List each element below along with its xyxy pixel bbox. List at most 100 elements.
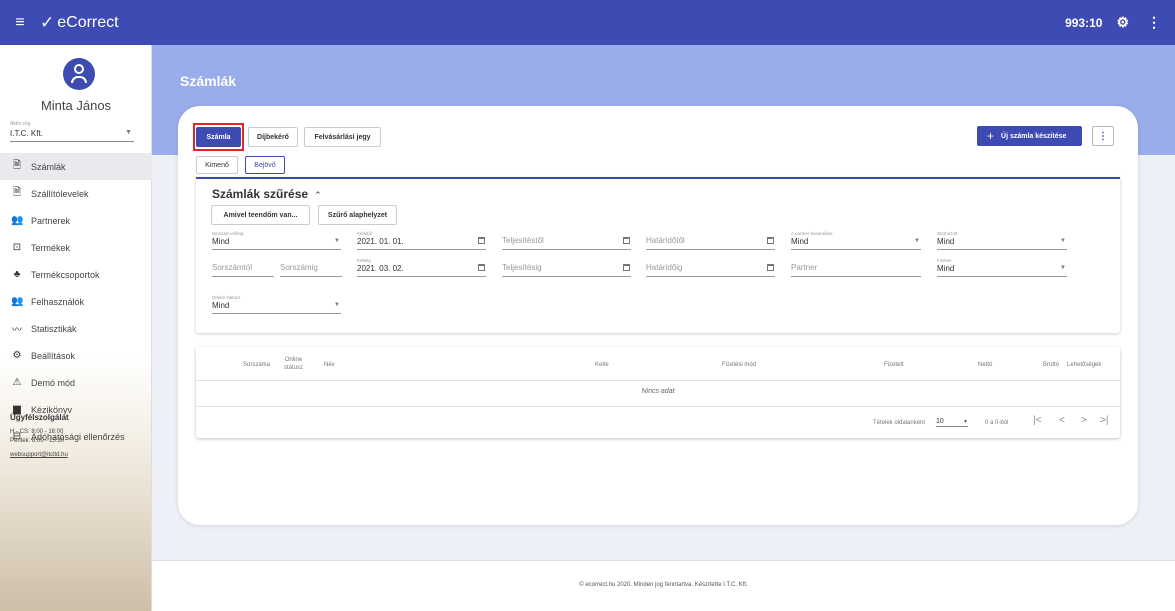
sidebar-item-label: Statisztikák (31, 323, 77, 334)
new-invoice-button[interactable]: + Új számla készítése (977, 126, 1082, 146)
calendar-icon[interactable] (767, 237, 774, 244)
user-name: Minta János (40, 98, 112, 113)
sidebar-item-partnerek[interactable]: 👥 Partnerek (0, 207, 152, 234)
table-divider (196, 406, 1120, 407)
cancelled-select[interactable]: Stornózott Mind ▼ (937, 231, 1067, 250)
column-header-online-status[interactable]: Online státusz (284, 356, 303, 373)
first-page-icon[interactable]: |< (1033, 415, 1041, 426)
doc-type-felvasarlasi-jegy-button[interactable]: Felvásárlási jegy (304, 127, 381, 147)
more-menu-icon[interactable]: ⋮ (1143, 14, 1165, 31)
calendar-icon[interactable] (623, 237, 630, 244)
sidebar-item-label: Felhasználók (31, 296, 85, 307)
company-value: I.T.C. Kft. (10, 129, 43, 138)
people-icon: 👥 (11, 215, 24, 226)
calendar-icon[interactable] (623, 264, 630, 271)
empty-table-message: Nincs adat (641, 388, 675, 395)
serial-to-input[interactable]: Sorszámig (280, 258, 342, 277)
todo-filter-button[interactable]: Amivel teendőm van... (211, 205, 310, 225)
sidebar-item-beallitasok[interactable]: ⚙ Beállítások (0, 342, 152, 369)
more-options-icon[interactable]: ⋮ (1092, 126, 1114, 146)
field-value: Mind (212, 301, 230, 310)
fulfilment-to-field[interactable]: Teljesítésig (502, 258, 631, 277)
column-header-sorszama[interactable]: Sorszáma (243, 362, 270, 368)
field-placeholder: Partner (791, 263, 818, 272)
filter-title[interactable]: Számlák szűrése ⌃ (212, 187, 322, 201)
table-divider (196, 380, 1120, 381)
field-value: Mind (937, 237, 955, 246)
tab-bejovo[interactable]: Bejövő (245, 156, 285, 174)
page-range-text: 0 a 0-ból (985, 420, 1009, 426)
field-value: 2021. 03. 02. (357, 264, 404, 273)
company-label: Aktív cég (10, 121, 31, 127)
chevron-down-icon: ▼ (1060, 238, 1066, 244)
support-email-link[interactable]: websupport@itcltd.hu (10, 451, 69, 460)
column-header-netto[interactable]: Nettó (978, 362, 992, 368)
chevron-down-icon: ▼ (1060, 265, 1066, 271)
field-label: Keltéig (357, 258, 371, 263)
field-label: Keltétől (357, 231, 373, 236)
gear-icon: ⚙ (12, 350, 22, 361)
calendar-icon[interactable] (478, 237, 485, 244)
support-hours-2: Péntek: 8:00 - 15:30 (10, 438, 65, 444)
new-invoice-label: Új számla készítése (1001, 132, 1067, 140)
partner-input[interactable]: Partner (791, 258, 921, 277)
column-header-fizetesi-mod[interactable]: Fizetési mód (722, 362, 756, 368)
chevron-up-icon[interactable]: ⌃ (314, 190, 322, 200)
sidebar-item-felhasznalok[interactable]: 👥 Felhasználók (0, 288, 152, 315)
date-from-field[interactable]: Keltétől 2021. 01. 01. (357, 231, 486, 250)
support-info: Ügyfélszolgálat H - CS: 8:00 - 16:00 Pén… (10, 412, 69, 460)
date-to-field[interactable]: Keltéig 2021. 03. 02. (357, 258, 486, 277)
online-status-select[interactable]: Online státusz Mind ▼ (212, 295, 341, 314)
column-header-fizetett[interactable]: Fizetett (884, 362, 904, 368)
product-icon: ⊡ (12, 242, 22, 253)
serial-prefix-select[interactable]: Sorszám-előtag Mind ▼ (212, 231, 341, 250)
field-placeholder: Határidőtől (646, 236, 685, 245)
previous-page-icon[interactable]: < (1059, 415, 1065, 426)
sidebar-item-termekcsoportok[interactable]: ♣ Termékcsoportok (0, 261, 152, 288)
sidebar-item-label: Termékek (31, 242, 71, 253)
column-header-nev[interactable]: Név (324, 362, 335, 368)
sidebar-item-statisztikak[interactable]: 〰 Statisztikák (0, 315, 152, 342)
chart-line-icon: 〰 (12, 325, 22, 336)
last-page-icon[interactable]: >| (1100, 415, 1108, 426)
column-header-brutto[interactable]: Bruttó (1043, 362, 1059, 368)
partner-class-select[interactable]: A partner besorolása Mind ▼ (791, 231, 921, 250)
selection-highlight (193, 123, 244, 151)
calendar-icon[interactable] (767, 264, 774, 271)
sidebar-item-termekek[interactable]: ⊡ Termékek (0, 234, 152, 261)
paid-select[interactable]: Fizetve Mind ▼ (937, 258, 1067, 277)
due-to-field[interactable]: Határidőig (646, 258, 775, 277)
field-label: Online státusz (212, 295, 241, 300)
session-timer: 993:10 (1065, 15, 1103, 30)
due-from-field[interactable]: Határidőtől (646, 231, 775, 250)
calendar-icon[interactable] (478, 264, 485, 271)
sidebar-item-demo-mod[interactable]: ⚠ Demó mód (0, 369, 152, 396)
per-page-select[interactable]: 10 ▼ (936, 418, 968, 427)
sidebar: Minta János Aktív cég I.T.C. Kft. ▼ 🗎 Sz… (0, 45, 152, 611)
next-page-icon[interactable]: > (1081, 415, 1087, 426)
field-placeholder: Teljesítésig (502, 263, 542, 272)
chevron-down-icon: ▼ (334, 238, 340, 244)
hamburger-menu-icon[interactable]: ≡ (0, 14, 40, 32)
company-select[interactable]: I.T.C. Kft. ▼ (10, 129, 134, 142)
chevron-down-icon: ▼ (125, 129, 132, 136)
logo-icon: ✓ (40, 12, 55, 32)
serial-from-input[interactable]: Sorszámtól (212, 258, 274, 277)
tab-kimeno[interactable]: Kimenő (196, 156, 238, 174)
document-icon: 🗎 (12, 160, 22, 171)
field-value: Mind (937, 264, 955, 273)
fulfilment-from-field[interactable]: Teljesítéstől (502, 231, 631, 250)
plus-icon: + (987, 129, 995, 143)
doc-type-dijbekero-button[interactable]: Díjbekérő (248, 127, 298, 147)
sidebar-item-szamlak[interactable]: 🗎 Számlák (0, 153, 152, 180)
avatar-icon[interactable] (63, 58, 95, 90)
column-header-lehetosegek: Lehetőségek (1067, 362, 1102, 368)
sidebar-item-szallitolevelek[interactable]: 🗎 Szállítólevelek (0, 180, 152, 207)
sidebar-item-label: Beállítások (31, 350, 76, 361)
reset-filter-button[interactable]: Szűrő alaphelyzet (318, 205, 397, 225)
sidebar-nav: 🗎 Számlák 🗎 Szállítólevelek 👥 Partnerek … (0, 153, 152, 450)
column-header-kelte[interactable]: Kelte (595, 362, 609, 368)
field-placeholder: Határidőig (646, 263, 683, 272)
filter-title-text: Számlák szűrése (212, 187, 309, 201)
settings-gear-icon[interactable]: ⚙ (1116, 14, 1129, 31)
